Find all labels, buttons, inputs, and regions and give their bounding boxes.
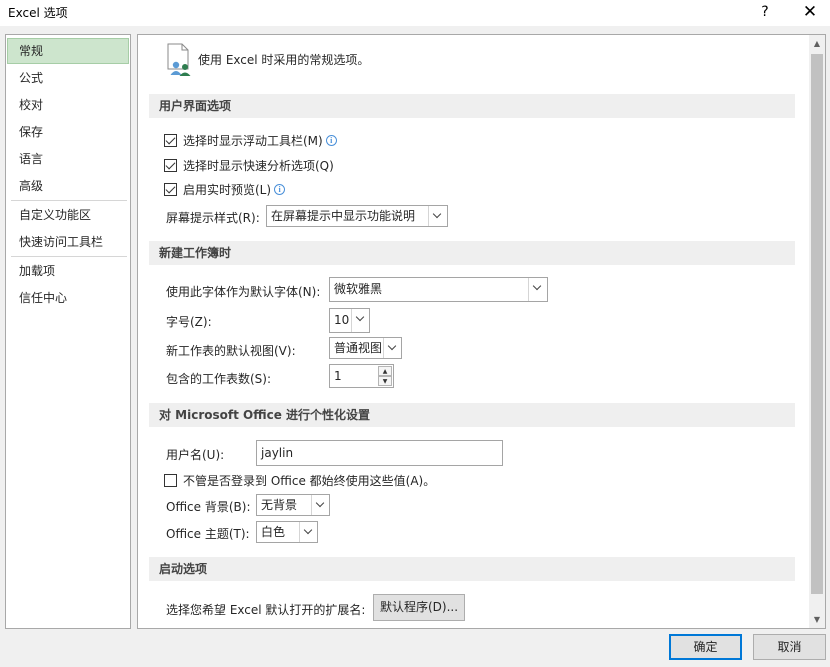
spin-up-icon[interactable]: ▲ bbox=[378, 366, 392, 376]
font-size-dropdown[interactable]: 10 bbox=[329, 308, 370, 333]
ok-button[interactable]: 确定 bbox=[669, 634, 742, 660]
font-size-label: 字号(Z): bbox=[166, 315, 212, 329]
default-font-value: 微软雅黑 bbox=[334, 282, 383, 296]
sidebar-item-language[interactable]: 语言 bbox=[7, 146, 129, 172]
live-preview-checkbox[interactable] bbox=[164, 182, 177, 196]
chevron-down-icon[interactable] bbox=[299, 522, 317, 542]
sheet-count-value: 1 bbox=[334, 369, 342, 383]
chevron-down-icon[interactable] bbox=[383, 338, 401, 358]
scroll-down-icon[interactable]: ▼ bbox=[809, 611, 825, 628]
vertical-scrollbar[interactable]: ▲ ▼ bbox=[809, 34, 826, 629]
sidebar-item-advanced[interactable]: 高级 bbox=[7, 173, 129, 199]
screentip-style-value: 在屏幕提示中显示功能说明 bbox=[271, 209, 416, 223]
chevron-down-icon[interactable] bbox=[311, 495, 329, 515]
live-preview-option[interactable]: 启用实时预览(L) i bbox=[164, 180, 286, 198]
default-view-label: 新工作表的默认视图(V): bbox=[166, 344, 296, 358]
section-header-personalize-office: 对 Microsoft Office 进行个性化设置 bbox=[149, 403, 795, 427]
help-button[interactable]: ? bbox=[754, 0, 776, 24]
sidebar-divider bbox=[11, 256, 127, 257]
default-font-dropdown[interactable]: 微软雅黑 bbox=[329, 277, 548, 302]
cancel-button[interactable]: 取消 bbox=[753, 634, 826, 660]
office-theme-label: Office 主题(T): bbox=[166, 527, 250, 541]
title-bar: Excel 选项 ? ✕ bbox=[0, 0, 830, 26]
info-icon[interactable]: i bbox=[325, 134, 337, 146]
chevron-down-icon[interactable] bbox=[351, 309, 369, 332]
info-icon[interactable]: i bbox=[274, 183, 286, 195]
sidebar-item-save[interactable]: 保存 bbox=[7, 119, 129, 145]
screentip-style-label: 屏幕提示样式(R): bbox=[166, 211, 260, 225]
font-size-value: 10 bbox=[334, 313, 350, 327]
sidebar-item-proofing[interactable]: 校对 bbox=[7, 92, 129, 118]
scroll-up-icon[interactable]: ▲ bbox=[809, 35, 825, 52]
default-extensions-label: 选择您希望 Excel 默认打开的扩展名: bbox=[166, 603, 366, 617]
sidebar-item-quick-access-toolbar[interactable]: 快速访问工具栏 bbox=[7, 229, 129, 255]
sidebar-item-add-ins[interactable]: 加载项 bbox=[7, 258, 129, 284]
chevron-down-icon[interactable] bbox=[528, 278, 547, 301]
options-sidebar: 常规 公式 校对 保存 语言 高级 自定义功能区 快速访问工具栏 加载项 信任中… bbox=[5, 34, 131, 629]
sidebar-divider bbox=[11, 200, 127, 201]
spin-down-icon[interactable]: ▼ bbox=[378, 376, 392, 386]
live-preview-label: 启用实时预览(L) bbox=[183, 182, 272, 197]
mini-toolbar-option[interactable]: 选择时显示浮动工具栏(M) i bbox=[164, 131, 337, 149]
window-title: Excel 选项 bbox=[8, 6, 68, 20]
office-background-value: 无背景 bbox=[261, 498, 298, 512]
office-background-label: Office 背景(B): bbox=[166, 500, 251, 514]
mini-toolbar-checkbox[interactable] bbox=[164, 133, 177, 147]
default-view-dropdown[interactable]: 普通视图 bbox=[329, 337, 402, 359]
close-button[interactable]: ✕ bbox=[796, 0, 824, 24]
always-use-values-option[interactable]: 不管是否登录到 Office 都始终使用这些值(A)。 bbox=[164, 471, 435, 489]
office-theme-value: 白色 bbox=[261, 525, 286, 539]
mini-toolbar-label: 选择时显示浮动工具栏(M) bbox=[183, 133, 323, 148]
username-input[interactable]: jaylin bbox=[256, 440, 503, 466]
section-header-new-workbook: 新建工作簿时 bbox=[149, 241, 795, 265]
quick-analysis-label: 选择时显示快速分析选项(Q) bbox=[183, 158, 334, 173]
sidebar-item-formulas[interactable]: 公式 bbox=[7, 65, 129, 91]
general-options-icon bbox=[167, 43, 191, 76]
scrollbar-thumb[interactable] bbox=[811, 54, 823, 594]
default-font-label: 使用此字体作为默认字体(N): bbox=[166, 285, 321, 299]
username-label: 用户名(U): bbox=[166, 448, 225, 462]
always-use-values-checkbox[interactable] bbox=[164, 473, 177, 487]
quick-analysis-checkbox[interactable] bbox=[164, 158, 177, 172]
section-header-ui-options: 用户界面选项 bbox=[149, 94, 795, 118]
screentip-style-dropdown[interactable]: 在屏幕提示中显示功能说明 bbox=[266, 205, 448, 227]
chevron-down-icon[interactable] bbox=[428, 206, 447, 226]
default-programs-button[interactable]: 默认程序(D)... bbox=[373, 594, 465, 621]
sidebar-item-customize-ribbon[interactable]: 自定义功能区 bbox=[7, 202, 129, 228]
default-view-value: 普通视图 bbox=[334, 341, 383, 355]
sidebar-item-general[interactable]: 常规 bbox=[7, 38, 129, 64]
page-heading: 使用 Excel 时采用的常规选项。 bbox=[198, 53, 370, 67]
section-header-startup-options: 启动选项 bbox=[149, 557, 795, 581]
sheet-count-spinner[interactable]: 1 ▲ ▼ bbox=[329, 364, 394, 388]
quick-analysis-option[interactable]: 选择时显示快速分析选项(Q) bbox=[164, 156, 334, 174]
always-use-values-label: 不管是否登录到 Office 都始终使用这些值(A)。 bbox=[183, 473, 436, 488]
general-options-pane: 使用 Excel 时采用的常规选项。 用户界面选项 选择时显示浮动工具栏(M) … bbox=[137, 34, 809, 629]
office-theme-dropdown[interactable]: 白色 bbox=[256, 521, 318, 543]
office-background-dropdown[interactable]: 无背景 bbox=[256, 494, 330, 516]
sidebar-item-trust-center[interactable]: 信任中心 bbox=[7, 285, 129, 311]
sheet-count-label: 包含的工作表数(S): bbox=[166, 372, 272, 386]
